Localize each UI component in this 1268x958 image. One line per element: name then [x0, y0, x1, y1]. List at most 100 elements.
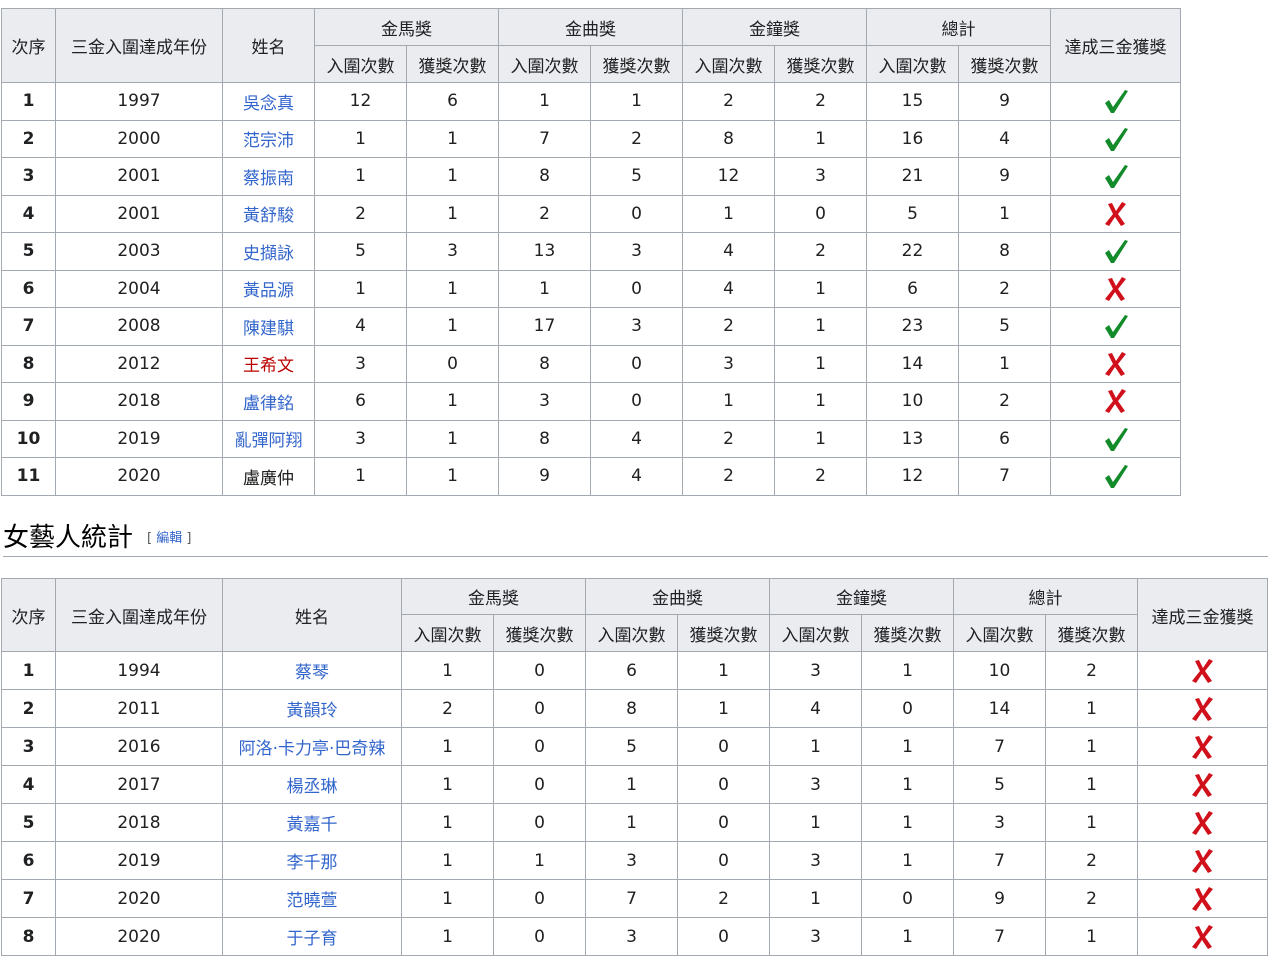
- cell-name[interactable]: 黃舒駿: [222, 194, 315, 233]
- cell-golden-horse-wins: 1: [406, 457, 499, 496]
- cell-golden-horse-wins: 0: [493, 879, 586, 918]
- cell-name[interactable]: 王希文: [222, 344, 315, 383]
- female-table-body: 1 1994 蔡琴 1 0 6 1 3 1 10 2 2 2011 黃韻玲 2 0 8 1 4 0 14 1 3 2016 阿洛…: [1, 651, 1268, 956]
- header-order: 次序: [1, 578, 56, 652]
- cell-name[interactable]: 楊丞琳: [222, 765, 402, 804]
- cell-year: 2012: [55, 344, 223, 383]
- cell-golden-bell-wins: 0: [774, 194, 867, 233]
- cross-icon: [1191, 658, 1213, 683]
- cell-total-wins: 7: [958, 457, 1051, 496]
- cell-achieved: [1050, 157, 1181, 196]
- header-wins: 獲獎次數: [1045, 614, 1138, 652]
- cell-order: 1: [1, 82, 56, 121]
- cell-year: 2018: [55, 803, 223, 842]
- cell-name: 盧廣仲: [222, 457, 315, 496]
- cell-name[interactable]: 于子育: [222, 917, 402, 956]
- cell-golden-bell-wins: 1: [774, 344, 867, 383]
- cell-golden-horse-wins: 1: [406, 119, 499, 158]
- cell-name[interactable]: 黃韻玲: [222, 689, 402, 728]
- cell-name[interactable]: 亂彈阿翔: [222, 419, 315, 458]
- cell-name[interactable]: 阿洛·卡力亭·巴奇辣: [222, 727, 402, 766]
- cell-order: 1: [1, 651, 56, 690]
- table-row: 3 2001 蔡振南 1 1 8 5 12 3 21 9: [1, 157, 1181, 196]
- cell-golden-horse-nominations: 1: [401, 727, 494, 766]
- cell-achieved: [1050, 419, 1181, 458]
- cell-golden-bell-nominations: 2: [682, 82, 775, 121]
- cell-golden-horse-wins: 1: [406, 269, 499, 308]
- cell-golden-horse-wins: 6: [406, 82, 499, 121]
- cell-golden-horse-wins: 0: [493, 651, 586, 690]
- cell-name[interactable]: 黃品源: [222, 269, 315, 308]
- cell-golden-bell-wins: 0: [861, 689, 954, 728]
- cell-name[interactable]: 范曉萱: [222, 879, 402, 918]
- cell-golden-bell-wins: 2: [774, 232, 867, 271]
- cell-achieved: [1137, 765, 1268, 804]
- cell-golden-melody-nominations: 17: [498, 307, 591, 346]
- cross-icon: [1191, 924, 1213, 949]
- cell-name[interactable]: 陳建騏: [222, 307, 315, 346]
- cross-icon: [1104, 276, 1126, 301]
- cell-golden-bell-nominations: 1: [769, 803, 862, 842]
- header-wins: 獲獎次數: [774, 45, 867, 83]
- cell-golden-bell-nominations: 3: [769, 917, 862, 956]
- cell-golden-melody-nominations: 13: [498, 232, 591, 271]
- cell-name[interactable]: 盧律銘: [222, 382, 315, 421]
- cell-year: 2019: [55, 841, 223, 880]
- cell-year: 2018: [55, 382, 223, 421]
- edit-section-link[interactable]: 編輯: [156, 531, 182, 546]
- cell-achieved: [1137, 841, 1268, 880]
- header-order: 次序: [1, 8, 56, 83]
- cell-golden-horse-wins: 1: [406, 157, 499, 196]
- cell-golden-horse-nominations: 1: [314, 119, 407, 158]
- cell-total-wins: 1: [1045, 765, 1138, 804]
- cell-year: 2020: [55, 457, 223, 496]
- cell-name[interactable]: 黃嘉千: [222, 803, 402, 842]
- cell-total-nominations: 10: [866, 382, 959, 421]
- cell-total-nominations: 14: [866, 344, 959, 383]
- cell-golden-melody-nominations: 8: [585, 689, 678, 728]
- cell-golden-bell-nominations: 1: [682, 194, 775, 233]
- cell-year: 2001: [55, 157, 223, 196]
- cell-golden-melody-wins: 0: [590, 382, 683, 421]
- cell-name[interactable]: 蔡琴: [222, 651, 402, 690]
- cell-golden-melody-wins: 2: [590, 119, 683, 158]
- cell-golden-bell-wins: 1: [774, 307, 867, 346]
- header-nominations: 入圍次數: [953, 614, 1046, 652]
- check-icon: [1104, 315, 1128, 339]
- cell-name[interactable]: 范宗沛: [222, 119, 315, 158]
- cell-golden-melody-nominations: 1: [498, 269, 591, 308]
- cross-icon: [1191, 734, 1213, 759]
- table-row: 8 2012 王希文 3 0 8 0 3 1 14 1: [1, 344, 1181, 383]
- header-nominations: 入圍次數: [769, 614, 862, 652]
- cell-golden-melody-nominations: 3: [498, 382, 591, 421]
- cell-golden-melody-wins: 0: [677, 803, 770, 842]
- cell-golden-melody-wins: 0: [677, 727, 770, 766]
- cell-year: 2016: [55, 727, 223, 766]
- cell-golden-horse-wins: 0: [493, 917, 586, 956]
- cell-golden-horse-nominations: 1: [401, 917, 494, 956]
- cross-icon: [1104, 389, 1126, 414]
- header-golden-melody: 金曲獎: [585, 578, 770, 615]
- cell-achieved: [1137, 727, 1268, 766]
- cell-golden-melody-nominations: 6: [585, 651, 678, 690]
- cell-name[interactable]: 李千那: [222, 841, 402, 880]
- cell-total-wins: 9: [958, 82, 1051, 121]
- cross-icon: [1191, 772, 1213, 797]
- cell-golden-horse-nominations: 1: [314, 457, 407, 496]
- table-row: 4 2017 楊丞琳 1 0 1 0 3 1 5 1: [1, 765, 1268, 804]
- check-icon: [1104, 127, 1128, 151]
- cell-name[interactable]: 蔡振南: [222, 157, 315, 196]
- cell-golden-horse-nominations: 1: [401, 765, 494, 804]
- cell-golden-melody-wins: 0: [677, 917, 770, 956]
- cell-golden-bell-wins: 1: [861, 765, 954, 804]
- cell-total-nominations: 15: [866, 82, 959, 121]
- cell-name[interactable]: 吳念真: [222, 82, 315, 121]
- cross-icon: [1104, 351, 1126, 376]
- cell-name[interactable]: 史擷詠: [222, 232, 315, 271]
- cell-golden-melody-wins: 1: [590, 82, 683, 121]
- header-nominations: 入圍次數: [682, 45, 775, 83]
- cell-total-nominations: 10: [953, 651, 1046, 690]
- cell-golden-horse-nominations: 1: [401, 841, 494, 880]
- cross-icon: [1191, 848, 1213, 873]
- cell-order: 4: [1, 765, 56, 804]
